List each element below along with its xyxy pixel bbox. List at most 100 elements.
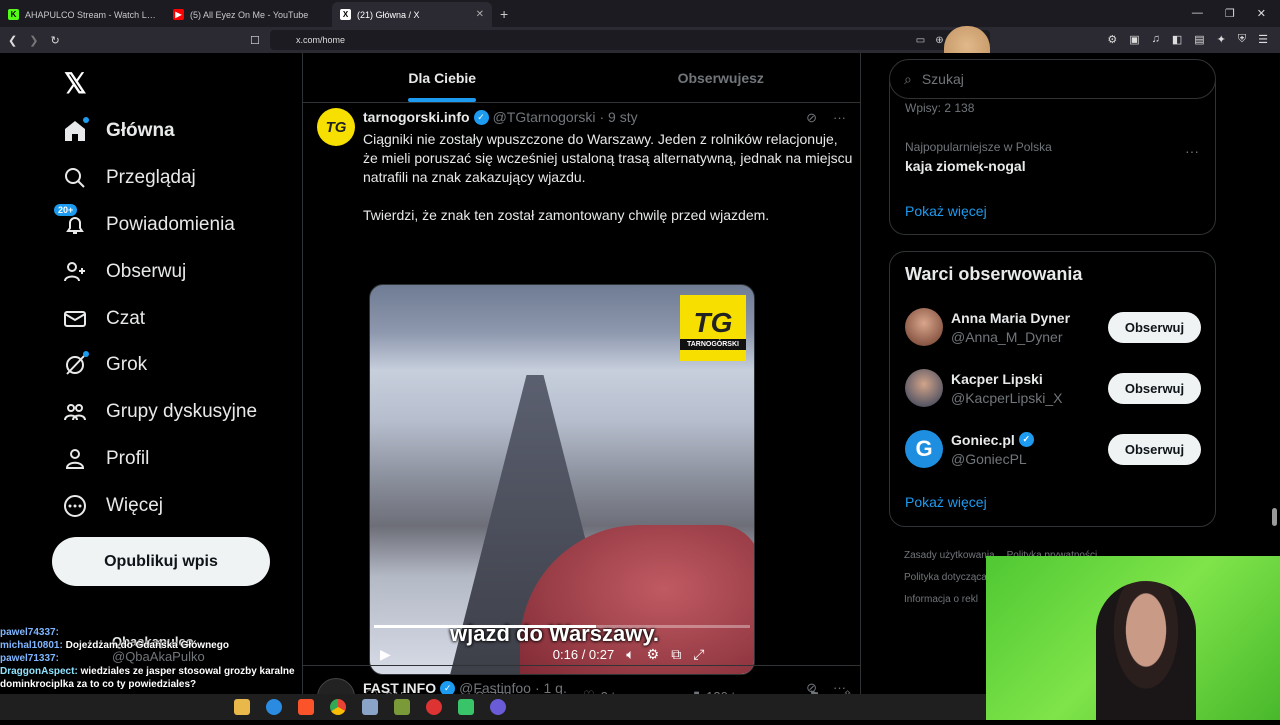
shield-icon[interactable]: ⛨ (1238, 33, 1246, 46)
footer-link[interactable]: Informacja o rekl (904, 594, 978, 605)
settings-icon[interactable]: ⚙ (647, 646, 660, 663)
main-feed: Dla Ciebie Obserwujesz TG tarnogorski.in… (302, 53, 861, 720)
back-icon[interactable]: ❮ (8, 34, 17, 47)
sidebar-item-communities[interactable]: Grupy dyskusyjne (62, 392, 257, 432)
tweet-paragraph: Ciągniki nie zostały wpuszczone do Warsz… (363, 131, 853, 185)
restore-icon[interactable]: ❐ (1225, 7, 1235, 20)
x-logo-icon[interactable]: 𝕏 (64, 67, 87, 100)
sidebar-item-label: Grok (106, 354, 148, 375)
menu-icon[interactable]: ☰ (1258, 33, 1268, 46)
grok-icon (62, 351, 89, 378)
bookmark-icon[interactable]: ☐ (250, 34, 260, 47)
brave-icon[interactable] (298, 699, 314, 715)
follow-suggestion[interactable]: G Goniec.pl ✓ @GoniecPL Obserwuj (905, 426, 1201, 472)
pip-icon[interactable]: ⧉ (671, 646, 681, 663)
sidebar-item-chat[interactable]: Czat (62, 299, 145, 339)
chat-message: DraggonAspect: wiedziales ze jasper stos… (0, 665, 330, 678)
follow-button[interactable]: Obserwuj (1108, 311, 1201, 343)
sidebar-item-grok[interactable]: Grok (62, 345, 147, 385)
fullscreen-icon[interactable]: ⤢ (693, 646, 704, 663)
ai-icon[interactable]: ✦ (1217, 33, 1226, 46)
edge-icon[interactable] (266, 699, 282, 715)
sidebar-item-follow[interactable]: Obserwuj (62, 252, 186, 292)
webcam-overlay (986, 556, 1280, 720)
zoom-icon[interactable]: ⊕ (935, 35, 943, 46)
browser-toolbar-icons: ⚙ ▣ ♫ ◧ ▤ ✦ ⛨ ☰ (1107, 33, 1268, 46)
suggestion-name-row: Goniec.pl ✓ (951, 432, 1034, 448)
sidebar-item-home[interactable]: Główna (62, 111, 175, 151)
chat-user: michal10801: (0, 640, 63, 651)
app-icon[interactable] (362, 699, 378, 715)
discord-icon[interactable] (490, 699, 506, 715)
avatar[interactable] (905, 369, 943, 407)
forward-icon[interactable]: ❯ (29, 34, 38, 47)
play-icon[interactable]: ▶ (380, 646, 391, 663)
trend-name[interactable]: kaja ziomek-nogal (905, 158, 1026, 174)
post-button[interactable]: Opublikuj wpis (52, 537, 270, 586)
url-field[interactable]: x.com/home ▭ ⊕ ⇪ (270, 30, 990, 50)
page-scrollbar[interactable] (1272, 508, 1277, 526)
trend-post-count: Wpisy: 2 138 (905, 101, 975, 115)
sidebar-item-profile[interactable]: Profil (62, 439, 149, 479)
sidebar-icon[interactable]: ◧ (1172, 33, 1182, 46)
screenshot-icon[interactable]: ▣ (1129, 33, 1139, 46)
footer-link[interactable]: Zasady użytkowania (904, 550, 995, 561)
browser-tab-youtube[interactable]: ▶ (5) All Eyez On Me - YouTube (165, 2, 330, 27)
grok-icon[interactable]: ⊘ (806, 110, 817, 126)
show-more-link[interactable]: Pokaż więcej (905, 203, 987, 219)
tg-logo-text: TG (693, 306, 733, 338)
volume-icon[interactable]: 🔈︎ (626, 646, 634, 663)
browser-tab-kick[interactable]: K AHAPULCO Stream - Watch Live on K (0, 2, 165, 27)
close-tab-icon[interactable]: ✕ (476, 9, 484, 20)
browser-tab-bar: K AHAPULCO Stream - Watch Live on K ▶ (5… (0, 0, 1280, 27)
chrome-icon[interactable] (330, 699, 346, 715)
minimize-icon[interactable]: — (1192, 7, 1203, 20)
avatar[interactable] (905, 308, 943, 346)
obs-icon[interactable] (426, 699, 442, 715)
wallet-icon[interactable]: ▤ (1194, 33, 1204, 46)
x-icon: X (340, 9, 351, 20)
tweet-author-handle[interactable]: @TGtarnogorski (493, 109, 596, 125)
more-options-icon[interactable]: ··· (833, 110, 846, 126)
follow-button[interactable]: Obserwuj (1108, 372, 1201, 404)
tweet-avatar[interactable]: TG (317, 108, 355, 146)
tweet-video[interactable]: TG TARNOGÓRSKI wjazd do Warszawy. ▶ 0:16… (369, 284, 755, 675)
goniec-logo-icon[interactable]: G (905, 430, 943, 468)
suggestion-handle: @Anna_M_Dyner (951, 328, 1063, 345)
more-options-icon[interactable]: ··· (1185, 143, 1199, 159)
follow-suggestion[interactable]: Kacper Lipski @KacperLipski_X Obserwuj (905, 365, 1201, 411)
extensions-icon[interactable]: ⚙ (1107, 33, 1117, 46)
tab-for-you[interactable]: Dla Ciebie (303, 53, 582, 102)
sidebar-item-label: Czat (106, 308, 146, 329)
play-app-icon[interactable] (458, 699, 474, 715)
music-icon[interactable]: ♫ (1152, 33, 1160, 46)
sidebar-item-more[interactable]: Więcej (62, 486, 163, 526)
reload-icon[interactable]: ↻ (50, 34, 59, 47)
show-more-link[interactable]: Pokaż więcej (905, 494, 987, 510)
minecraft-icon[interactable] (394, 699, 410, 715)
video-progress-bar[interactable] (374, 625, 750, 628)
chat-message: dominkrociplka za to co ty powiedziales? (0, 678, 330, 691)
chat-text: wiedziales ze jasper stosowal grozby kar… (80, 666, 295, 677)
video-progress-fill (374, 625, 596, 628)
sidebar-item-explore[interactable]: Przeglądaj (62, 158, 196, 198)
chat-user: DraggonAspect: (0, 666, 78, 677)
chat-text: dominkrociplka za to co ty powiedziales? (0, 679, 197, 690)
communities-icon (62, 399, 88, 425)
footer-link[interactable]: Polityka dotycząca (904, 572, 987, 583)
new-tab-button[interactable]: + (492, 6, 516, 27)
close-window-icon[interactable]: ✕ (1257, 7, 1266, 20)
search-input[interactable]: ⌕ Szukaj (889, 59, 1216, 99)
browser-tab-x[interactable]: X (21) Główna / X ✕ (332, 2, 492, 27)
tweet-time[interactable]: · 9 sty (599, 109, 637, 125)
file-explorer-icon[interactable] (234, 699, 250, 715)
streamer-image (1096, 581, 1196, 720)
reader-icon[interactable]: ▭ (916, 35, 925, 46)
tweet-author-name[interactable]: tarnogorski.info (363, 109, 470, 125)
sidebar-item-notifications[interactable]: 20+ Powiadomienia (54, 204, 235, 245)
tweet-paragraph: Twierdzi, że znak ten został zamontowany… (363, 207, 770, 223)
follow-suggestion[interactable]: Anna Maria Dyner @Anna_M_Dyner Obserwuj (905, 304, 1201, 350)
tab-following[interactable]: Obserwujesz (582, 53, 861, 102)
follow-button[interactable]: Obserwuj (1108, 433, 1201, 465)
tab-title: (21) Główna / X (357, 9, 420, 20)
